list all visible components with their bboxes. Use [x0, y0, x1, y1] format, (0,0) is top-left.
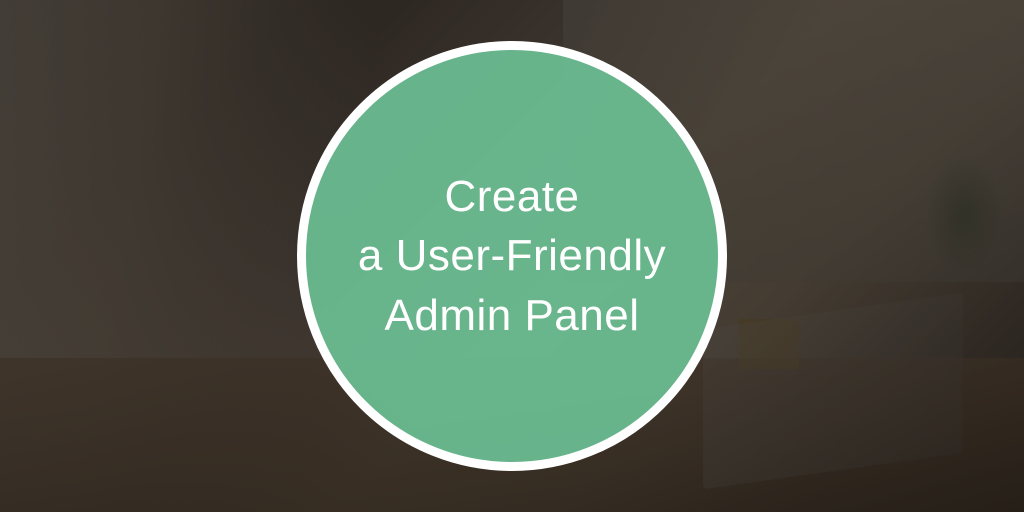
- title-badge: Create a User-Friendly Admin Panel: [297, 41, 727, 471]
- title-line-3: Admin Panel: [358, 286, 666, 345]
- title-line-2: a User-Friendly: [358, 226, 666, 285]
- title-text: Create a User-Friendly Admin Panel: [338, 147, 686, 365]
- title-line-1: Create: [358, 167, 666, 226]
